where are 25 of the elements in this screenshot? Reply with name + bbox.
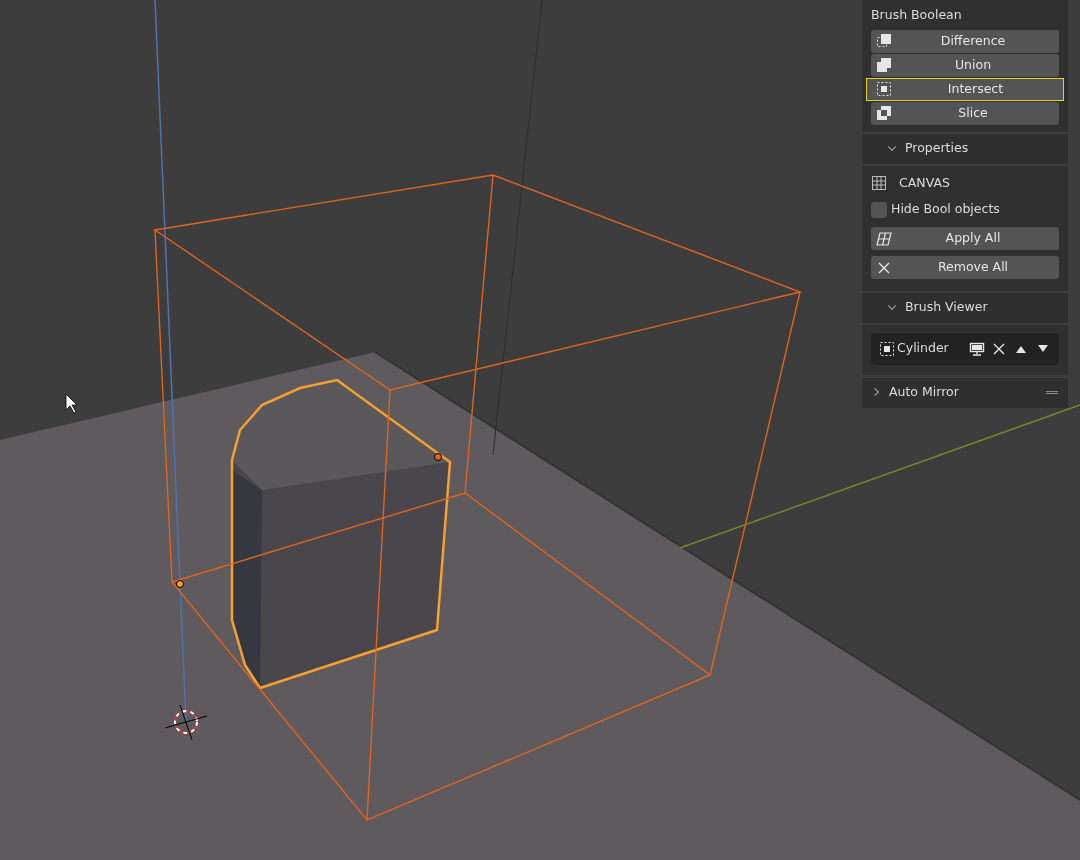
brush-list-row[interactable]: Cylinder (871, 332, 1059, 365)
operation-button[interactable]: Slice (871, 101, 1059, 125)
checkbox-label: Hide Bool objects (891, 200, 1000, 219)
operation-button[interactable]: Union (871, 53, 1059, 77)
monitor-icon (969, 340, 985, 357)
difference-icon (876, 33, 892, 50)
section-header[interactable]: Brush Viewer (862, 293, 1068, 323)
section-header[interactable]: Properties (862, 133, 1068, 164)
operation-button[interactable]: Difference (871, 29, 1059, 53)
drag-handle-icon (1046, 390, 1058, 394)
grid-icon (876, 230, 892, 247)
mouse-pointer-icon (65, 393, 78, 414)
brush-name: Cylinder (897, 339, 949, 358)
action-button[interactable]: Apply All (871, 227, 1059, 250)
slice-icon (876, 105, 892, 122)
section-header[interactable]: Auto Mirror (862, 377, 1068, 408)
action-button[interactable]: Remove All (871, 256, 1059, 279)
canvas-label: CANVAS (899, 173, 950, 192)
checkbox[interactable] (871, 201, 887, 218)
panel-title: Brush Boolean (871, 6, 963, 24)
intersect-icon (876, 81, 892, 98)
intersect-icon (879, 340, 895, 357)
union-icon (876, 57, 892, 74)
grid-icon (871, 174, 887, 191)
operation-button[interactable]: Intersect (866, 77, 1064, 101)
